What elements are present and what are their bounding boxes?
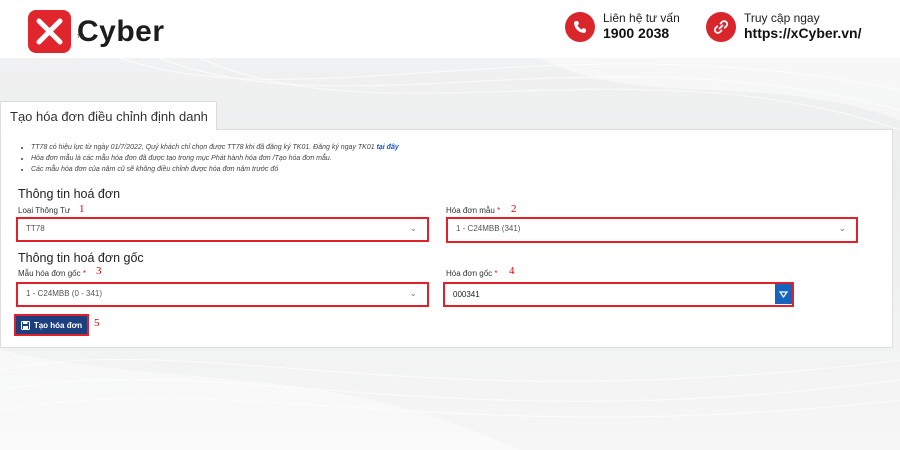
marker-1: 1 [79,203,85,215]
cyber-logo[interactable]: Cyber [28,10,165,53]
hoa-don-mau-label: Hóa đơn mẫu * [446,206,500,215]
hoa-don-goc-label: Hóa đơn gốc * [446,269,498,278]
note-tt78: TT78 có hiệu lực từ ngày 01/7/2022, Quý … [31,142,399,153]
create-invoice-label: Tạo hóa đơn [33,320,83,330]
marker-5: 5 [94,317,100,329]
website-contact[interactable]: Truy cập ngay https://xCyber.vn/ [706,11,861,42]
loai-thong-tu-select[interactable]: TT78 ⌄ [16,217,429,242]
phone-icon [565,11,595,42]
website-label: Truy cập ngay [744,11,820,25]
hoa-don-goc-label-text: Hóa đơn gốc [446,269,493,278]
mau-hoa-don-goc-label-text: Mẫu hóa đơn gốc [18,269,81,278]
mau-hoa-don-goc-value: 1 - C24MBB (0 - 341) [26,289,103,298]
invoice-form-panel: TT78 có hiệu lực từ ngày 01/7/2022, Quý … [0,129,893,348]
section-original-invoice: Thông tin hoá đơn gốc [18,251,144,265]
logo-text: Cyber [77,14,165,48]
note-tt78-text: TT78 có hiệu lực từ ngày 01/7/2022, Quý … [31,144,377,151]
hoa-don-mau-value: 1 - C24MBB (341) [456,224,521,233]
brand-header: Cyber TM Liên hệ tư vấn 1900 2038 Truy c… [0,0,900,58]
hotline-contact[interactable]: Liên hệ tư vấn 1900 2038 [565,11,680,42]
chevron-down-icon: ⌄ [409,223,417,233]
section-invoice-info: Thông tin hoá đơn [18,187,121,201]
hoa-don-mau-label-text: Hóa đơn mẫu [446,206,495,215]
trademark: TM [77,34,85,40]
required-mark: * [494,269,498,278]
logo-x-icon [28,10,71,53]
note-template: Hóa đơn mẫu là các mẫu hóa đơn đã được t… [31,153,399,164]
save-icon [20,320,30,330]
caret-down-icon[interactable] [775,284,792,304]
hoa-don-mau-select[interactable]: 1 - C24MBB (341) ⌄ [446,217,858,243]
hoa-don-goc-value: 000341 [453,290,480,299]
register-tk01-link[interactable]: tại đây [377,144,399,151]
required-mark: * [497,206,501,215]
marker-3: 3 [96,265,102,277]
note-old-year: Các mẫu hóa đơn của năm cũ sẽ không điều… [31,164,399,175]
hotline-label: Liên hệ tư vấn [603,11,680,25]
loai-thong-tu-value: TT78 [26,224,45,233]
create-invoice-button[interactable]: Tạo hóa đơn [14,314,89,336]
notes-list: TT78 có hiệu lực từ ngày 01/7/2022, Quý … [31,142,399,175]
required-mark: * [82,269,86,278]
hotline-number: 1900 2038 [603,25,670,42]
mau-hoa-don-goc-select[interactable]: 1 - C24MBB (0 - 341) ⌄ [16,282,429,307]
hoa-don-goc-input[interactable]: 000341 [443,282,794,307]
chevron-down-icon: ⌄ [838,223,846,233]
chevron-down-icon: ⌄ [409,288,417,298]
link-icon [706,11,736,42]
mau-hoa-don-goc-label: Mẫu hóa đơn gốc * [18,269,86,278]
marker-4: 4 [509,265,515,277]
website-url: https://xCyber.vn/ [744,25,862,42]
tab-create-adjustment-invoice[interactable]: Tạo hóa đơn điều chỉnh định danh [0,101,217,130]
marker-2: 2 [511,203,517,215]
loai-thong-tu-label: Loại Thông Tư [18,206,71,215]
